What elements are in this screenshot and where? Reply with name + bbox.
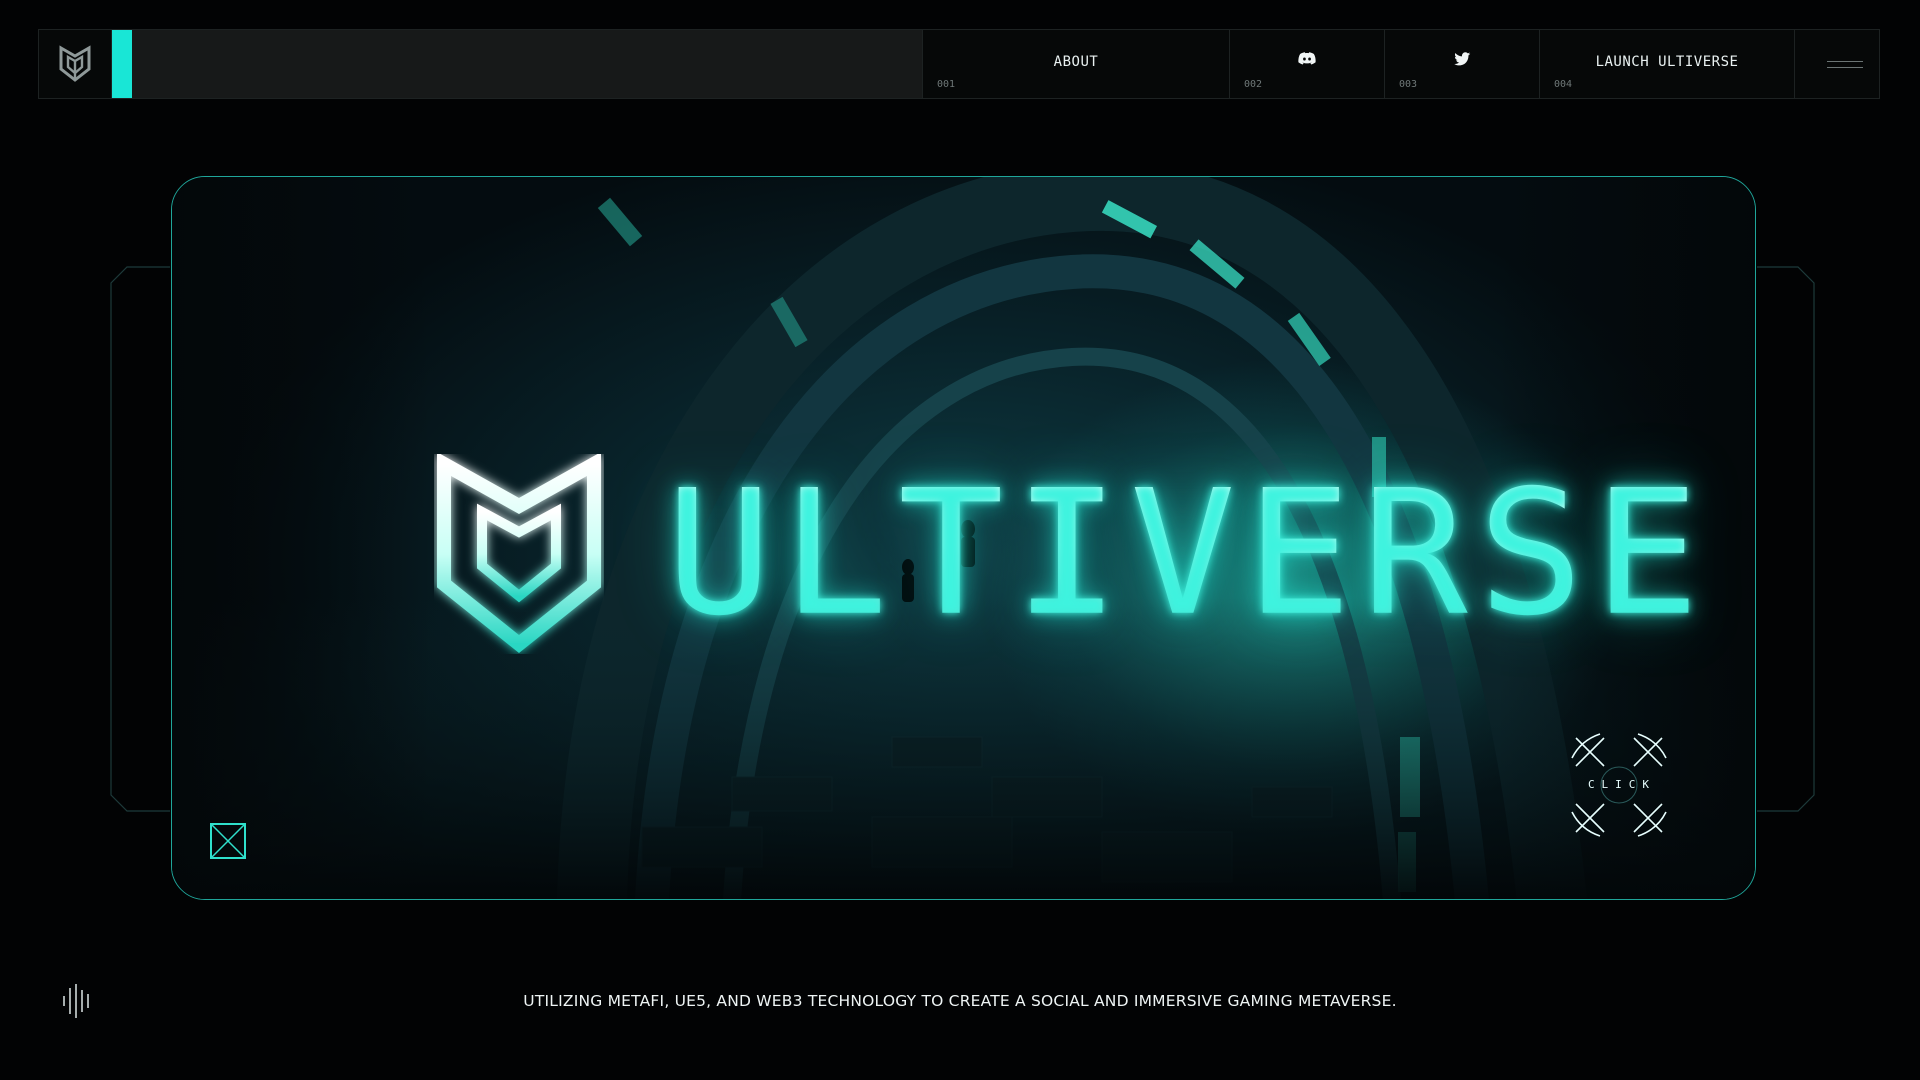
hero-banner[interactable]: ULTIVERSE CLICK xyxy=(171,176,1756,900)
click-button[interactable]: CLICK xyxy=(1564,730,1674,840)
box-x-icon[interactable] xyxy=(210,823,246,859)
click-label: CLICK xyxy=(1587,778,1657,791)
hero-brand-wordmark: ULTIVERSE xyxy=(666,453,1710,654)
hero-brand-logo: ULTIVERSE xyxy=(434,439,1700,669)
footer-tagline: UTILIZING METAFI, UE5, AND WEB3 TECHNOLO… xyxy=(523,992,1397,1010)
page: ABOUT 001 002 003 LAUNCH ULTIVERSE 004 U… xyxy=(0,0,1920,1080)
ulti-shield-logo-icon xyxy=(437,454,601,653)
